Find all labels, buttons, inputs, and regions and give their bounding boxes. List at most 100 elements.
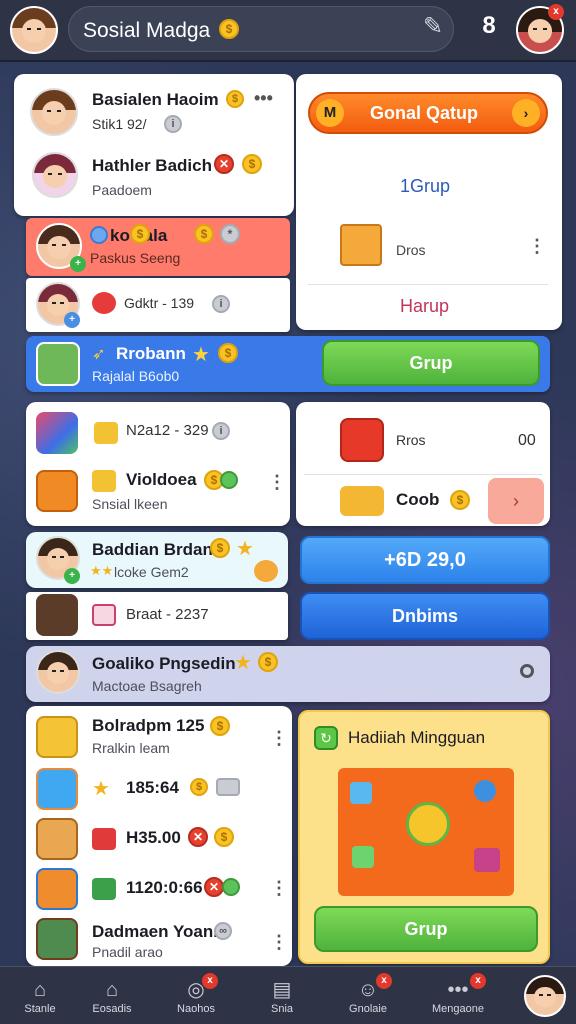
red-coin-icon: ✕ bbox=[204, 877, 224, 897]
notification-badge: x bbox=[470, 973, 486, 989]
list-item[interactable]: N2a12 - 329 i bbox=[26, 408, 290, 464]
coin-icon: $ bbox=[219, 19, 239, 39]
list-item-sub: Snsial lkeen bbox=[92, 496, 168, 512]
divider bbox=[304, 474, 542, 475]
radio-icon[interactable] bbox=[520, 664, 534, 678]
reward-title: Hadiiah Mingguan bbox=[348, 728, 486, 747]
items-panel: Rros 00 Coob $ › bbox=[296, 402, 550, 526]
red-coin-icon: ✕ bbox=[214, 154, 234, 174]
item-label: Dros bbox=[396, 242, 426, 258]
list-item-name: Baddian Brdan bbox=[92, 540, 213, 559]
tab-eosadis[interactable]: ⌂ Eosadis bbox=[72, 967, 152, 1024]
game-tile-icon bbox=[36, 342, 80, 386]
tab-mengaone[interactable]: ••• Mengaone x bbox=[418, 967, 498, 1024]
blue-gem-icon bbox=[90, 226, 108, 244]
list-item[interactable]: Coob $ › bbox=[296, 476, 550, 526]
top-bar: Sosial Madga $ ✎ 8 x bbox=[0, 0, 576, 62]
item-value: 00 bbox=[518, 432, 536, 449]
list-item[interactable]: Hathler Badich ✕ $ Paadoem bbox=[14, 148, 294, 210]
dots-icon: ••• bbox=[447, 979, 469, 1001]
dnbms-button[interactable]: Dnbims bbox=[300, 592, 550, 640]
gift-icon bbox=[92, 604, 116, 626]
list-item[interactable]: Bolradpm 125 $ Rralkin leam ⋮ bbox=[26, 712, 292, 762]
user-avatar[interactable] bbox=[10, 6, 58, 54]
item-tile-icon bbox=[36, 594, 78, 636]
list-item[interactable]: + Baddian Brdan $ ★ ★★ lcoke Gem2 bbox=[26, 532, 288, 588]
title-pill[interactable]: Sosial Madga $ bbox=[68, 6, 454, 52]
group-link[interactable]: 1Grup bbox=[400, 176, 450, 197]
tab-label: Gnolaie bbox=[349, 1003, 387, 1015]
group-button[interactable]: Grup bbox=[322, 340, 540, 386]
amount-button[interactable]: +6D 29,0 bbox=[300, 536, 550, 584]
home-icon: ⌂ bbox=[33, 979, 47, 1001]
group-header-label: Gonal Qatup bbox=[370, 103, 478, 123]
coin-icon: $ bbox=[450, 490, 470, 510]
list-item[interactable]: + Gdktr - 139 i bbox=[26, 278, 290, 332]
list-item-name: Goaliko Pngsedin bbox=[92, 654, 236, 673]
tab-gnolaie[interactable]: ☺ Gnolaie x bbox=[328, 967, 408, 1024]
app-title: Sosial Madga bbox=[83, 19, 211, 42]
notification-badge: x bbox=[202, 973, 218, 989]
avatar bbox=[30, 88, 78, 136]
banner-name: Rrobann bbox=[116, 344, 186, 363]
gift-icon bbox=[474, 848, 500, 872]
star-icon: ★ bbox=[236, 538, 254, 560]
badge-icon: M bbox=[316, 99, 344, 127]
box-tile-icon bbox=[36, 918, 78, 960]
clock-icon: i bbox=[212, 295, 230, 313]
more-icon[interactable]: ⋮ bbox=[270, 728, 288, 749]
group-panel: M Gonal Qatup › 1Grup Dros ⋮ Harup bbox=[296, 74, 562, 330]
more-icon[interactable]: ⋮ bbox=[270, 878, 288, 899]
list-item[interactable]: Goaliko Pngsedin ★ $ Mactoae Bsagreh bbox=[26, 646, 550, 702]
gem-icon bbox=[474, 780, 496, 802]
list-item-sub: Stik1 92/ bbox=[92, 116, 147, 132]
highlighted-list-item[interactable]: + ko Tala $ $ * Paskus Seeng bbox=[26, 218, 290, 276]
tab-stanle[interactable]: ⌂ Stanle bbox=[0, 967, 80, 1024]
bottom-nav: ⌂ Stanle ⌂ Eosadis ◎ Naohos x ▤ Snia ☺ G… bbox=[0, 966, 576, 1024]
more-icon[interactable]: ⋮ bbox=[528, 236, 546, 257]
bag-icon bbox=[254, 560, 278, 582]
claim-reward-button[interactable]: Grup bbox=[314, 906, 538, 952]
gold-bars-icon bbox=[340, 486, 384, 516]
chevron-right-button[interactable]: › bbox=[488, 478, 544, 524]
profile-tab-avatar[interactable] bbox=[524, 975, 566, 1017]
list-item[interactable]: ★ 185:64 $ bbox=[26, 764, 292, 812]
chevron-right-icon[interactable]: › bbox=[512, 99, 540, 127]
star-icon: ★ bbox=[234, 652, 252, 674]
more-icon[interactable]: ⋮ bbox=[268, 472, 286, 493]
notification-icon[interactable]: 8 bbox=[476, 12, 502, 42]
list-item-name: Violdoea bbox=[126, 470, 197, 489]
coin-icon: $ bbox=[210, 538, 230, 558]
more-icon[interactable]: ••• bbox=[254, 88, 273, 109]
list-item[interactable]: Braat - 2237 bbox=[26, 592, 288, 640]
rocket-tile-icon bbox=[36, 868, 78, 910]
coin-icon: $ bbox=[218, 343, 238, 363]
home-icon: ⌂ bbox=[105, 979, 119, 1001]
list-item-sub: Braat - 2237 bbox=[126, 606, 209, 623]
pencil-icon[interactable]: ✎ bbox=[418, 12, 448, 42]
gold-icon bbox=[94, 422, 118, 444]
list-item-name: Hathler Badich bbox=[92, 156, 212, 175]
list-item[interactable]: H35.00 ✕ $ bbox=[26, 814, 292, 862]
game-list: N2a12 - 329 i Violdoea $ ⋮ Snsial lkeen bbox=[26, 402, 290, 526]
list-item-sub: Pnadil arao bbox=[92, 944, 163, 960]
coin-icon: $ bbox=[242, 154, 262, 174]
list-item[interactable]: Rros 00 bbox=[296, 408, 550, 472]
list-item[interactable]: Dadmaen Yoann ∞ Pnadil arao ⋮ bbox=[26, 914, 292, 964]
tab-naohos[interactable]: ◎ Naohos x bbox=[156, 967, 236, 1024]
list-item[interactable]: Basialen Haoim $ ••• Stik1 92/ i bbox=[14, 82, 294, 144]
list-item-sub: Mactoae Bsagreh bbox=[92, 678, 202, 694]
footer-link[interactable]: Harup bbox=[400, 296, 449, 317]
inventory-list: Bolradpm 125 $ Rralkin leam ⋮ ★ 185:64 $… bbox=[26, 706, 292, 966]
group-header-button[interactable]: M Gonal Qatup › bbox=[308, 92, 548, 134]
red-coin-icon: ✕ bbox=[188, 827, 208, 847]
tab-snia[interactable]: ▤ Snia bbox=[242, 967, 322, 1024]
cash-icon bbox=[92, 878, 116, 900]
online-badge: + bbox=[64, 312, 80, 328]
list-item-sub: N2a12 - 329 bbox=[126, 422, 209, 439]
tab-label: Eosadis bbox=[92, 1003, 132, 1015]
coin-icon: $ bbox=[258, 652, 278, 672]
list-item[interactable]: 1120:0:66 ✕ ⋮ bbox=[26, 864, 292, 912]
list-item[interactable]: Violdoea $ ⋮ Snsial lkeen bbox=[26, 464, 290, 522]
more-icon[interactable]: ⋮ bbox=[270, 932, 288, 953]
